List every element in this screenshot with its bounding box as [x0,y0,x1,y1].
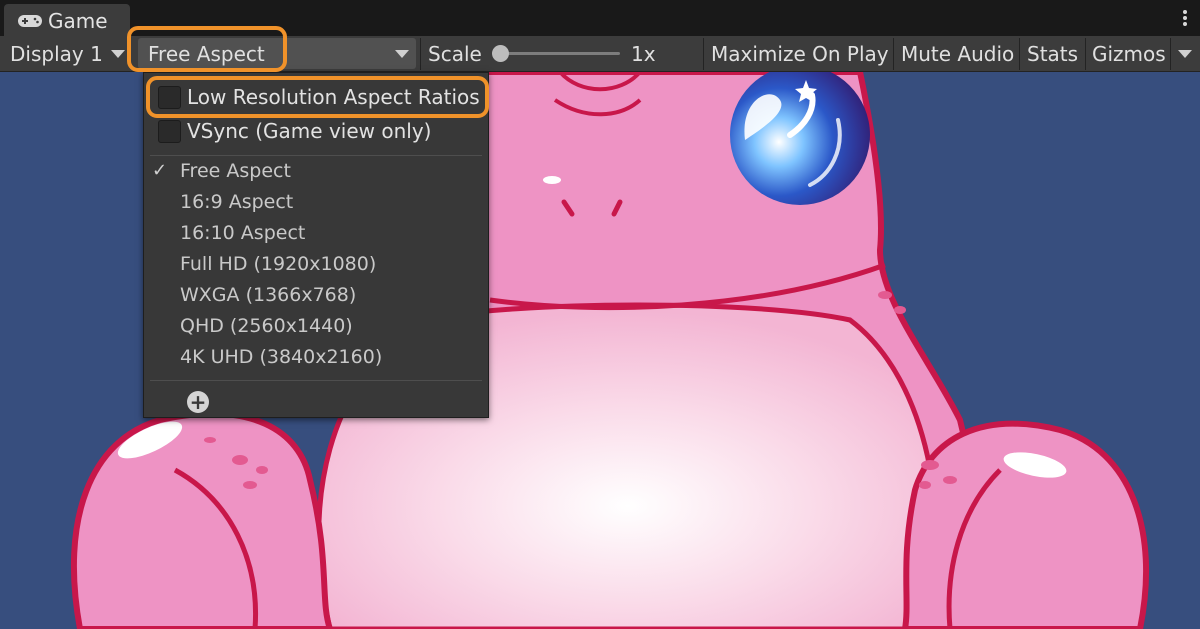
aspect-option-16-10[interactable]: 16:10 Aspect [180,220,305,246]
game-toolbar: Display 1 Free Aspect Scale 1x Maximize … [0,36,1200,72]
selected-check-icon: ✓ [152,160,168,181]
aspect-dropdown-label[interactable]: Free Aspect [148,41,265,67]
aspect-option-full-hd[interactable]: Full HD (1920x1080) [180,251,376,277]
plus-circle-icon[interactable]: + [187,391,209,413]
toolbar-divider [420,38,421,70]
menu-divider [150,380,482,381]
scale-value: 1x [631,42,656,66]
toolbar-divider [1170,38,1171,70]
toolbar-divider [703,38,704,70]
gizmos-button[interactable]: Gizmos [1092,41,1166,67]
low-resolution-aspect-ratios-option[interactable]: Low Resolution Aspect Ratios [156,83,480,113]
display-dropdown[interactable]: Display 1 [10,41,103,67]
low-resolution-label: Low Resolution Aspect Ratios [187,85,480,109]
menu-divider [150,155,482,156]
tab-bar: Game [0,0,1200,36]
toolbar-divider [893,38,894,70]
aspect-dropdown-arrow-icon[interactable] [395,50,409,58]
frog-left-arm [71,410,334,629]
toolbar-divider [1019,38,1020,70]
scale-label: Scale [428,42,482,66]
maximize-on-play-button[interactable]: Maximize On Play [711,41,889,67]
aspect-dropdown-menu: Low Resolution Aspect Ratios VSync (Game… [143,72,489,418]
vsync-label: VSync (Game view only) [187,119,432,143]
low-resolution-checkbox[interactable] [158,86,181,109]
stats-button[interactable]: Stats [1027,41,1078,67]
kebab-menu-icon[interactable] [1182,10,1188,28]
gizmos-dropdown-arrow-icon[interactable] [1178,50,1192,58]
tab-title: Game [48,9,108,33]
aspect-option-qhd[interactable]: QHD (2560x1440) [180,313,353,339]
tab-game[interactable]: Game [4,4,130,36]
toolbar-divider [1085,38,1086,70]
aspect-option-16-9[interactable]: 16:9 Aspect [180,189,293,215]
aspect-option-free[interactable]: Free Aspect [180,158,291,184]
scale-slider-track[interactable] [500,52,620,55]
gamepad-icon [18,15,42,27]
vsync-checkbox[interactable] [158,120,181,143]
scale-slider-thumb[interactable] [492,45,509,62]
aspect-option-4k-uhd[interactable]: 4K UHD (3840x2160) [180,344,382,370]
aspect-option-wxga[interactable]: WXGA (1366x768) [180,282,356,308]
vsync-option[interactable]: VSync (Game view only) [156,117,476,147]
mute-audio-button[interactable]: Mute Audio [901,41,1014,67]
display-dropdown-arrow-icon[interactable] [111,50,125,58]
